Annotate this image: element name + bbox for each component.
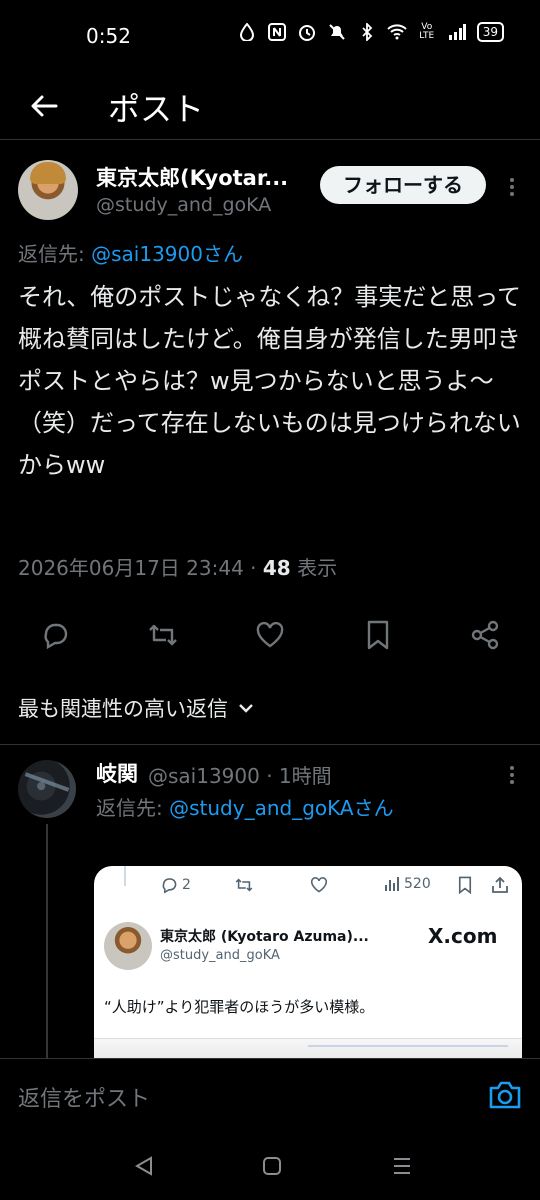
wifi-icon: [387, 22, 407, 42]
reply-button[interactable]: [38, 618, 72, 652]
reply-to-mention[interactable]: @sai13900さん: [91, 242, 243, 266]
reply-sort-selector[interactable]: 最も関連性の高い返信: [18, 693, 254, 723]
reply-icon: [44, 623, 68, 650]
nav-back-button[interactable]: [132, 1154, 156, 1178]
reply-more-icon[interactable]: [502, 760, 522, 790]
author-handle[interactable]: @study_and_goKA: [96, 194, 271, 216]
embed-author-avatar: [104, 922, 152, 970]
more-icon[interactable]: [502, 172, 522, 202]
embed-text: “人助け”より犯罪者のほうが多い模様。: [104, 998, 375, 1016]
volte-icon: Vo LTE: [419, 22, 435, 41]
retweet-icon: [149, 624, 177, 646]
like-button[interactable]: [253, 618, 287, 652]
like-icon: [311, 877, 327, 893]
camera-button[interactable]: [488, 1079, 522, 1111]
embed-author-handle: @study_and_goKA: [160, 948, 280, 963]
reply-composer: 返信をポスト: [0, 1058, 540, 1130]
system-nav-bar: [0, 1130, 540, 1200]
tweet-text: それ、俺のポストじゃなくね？事実だと思って概ね賛同はしたけど。俺自身が発信した男…: [18, 283, 522, 479]
reply-to-prefix: 返信先:: [18, 242, 92, 266]
views-icon: [385, 877, 399, 891]
embed-chart-thumbnail: [94, 1038, 522, 1058]
reply-input[interactable]: 返信をポスト: [18, 1081, 150, 1113]
bookmark-icon: [367, 620, 389, 650]
attached-image[interactable]: 2 520 東京太郎 (Kyotaro Azuma)... @study_and…: [94, 866, 522, 1058]
nav-recents-button[interactable]: [390, 1154, 414, 1178]
reply-to: 返信先: @sai13900さん: [18, 238, 243, 267]
mute-icon: [327, 22, 347, 42]
triangle-back-icon: [135, 1156, 152, 1176]
data-saver-icon: [237, 22, 257, 42]
status-time: 0:52: [86, 24, 131, 48]
share-icon: [471, 620, 499, 650]
reply-reply-to-mention[interactable]: @study_and_goKAさん: [169, 796, 393, 820]
status-icons: Vo LTE 39: [237, 22, 504, 42]
views-count: 48: [262, 556, 291, 580]
camera-icon: [489, 1081, 521, 1109]
embed-like-stat: [310, 876, 328, 894]
reply-author-name[interactable]: 岐関: [96, 758, 138, 788]
page-title: ポスト: [108, 90, 205, 128]
reply-author-avatar[interactable]: [18, 760, 76, 818]
like-icon: [256, 621, 284, 648]
upload-icon: [492, 876, 508, 893]
square-home-icon: [263, 1157, 281, 1175]
embed-share-stat: [492, 876, 508, 894]
top-bar: ポスト: [0, 72, 540, 140]
action-bar: [0, 612, 540, 662]
reply-icon: [162, 878, 177, 894]
embed-reply-stat: 2: [160, 876, 191, 894]
embed-bookmark-stat: [458, 876, 472, 894]
battery-icon: 39: [476, 22, 504, 42]
nav-home-button[interactable]: [260, 1154, 284, 1178]
arrow-left-icon: [31, 95, 58, 117]
author-avatar[interactable]: [18, 160, 78, 220]
retweet-icon: [235, 878, 253, 892]
reply-reply-to: 返信先: @study_and_goKAさん: [96, 792, 394, 821]
bookmark-icon: [458, 876, 472, 894]
nfc-icon: [267, 22, 287, 42]
back-button[interactable]: [24, 86, 64, 126]
bookmark-button[interactable]: [361, 618, 395, 652]
reply-sort-label: 最も関連性の高い返信: [18, 697, 228, 721]
chevron-down-icon: [239, 704, 253, 713]
embed-views-stat: 520: [384, 876, 431, 892]
tweet-timestamp[interactable]: 2026年06月17日 23:44 ·: [18, 556, 263, 580]
tweet-meta: 2026年06月17日 23:44 · 48 表示: [18, 552, 337, 581]
bluetooth-icon: [357, 22, 377, 42]
menu-recents-icon: [394, 1158, 410, 1174]
author-name[interactable]: 東京太郎(Kyotar...: [96, 162, 306, 192]
embed-reply-count: 2: [182, 877, 191, 893]
retweet-button[interactable]: [146, 618, 180, 652]
thread-line: [46, 824, 48, 1064]
divider: [0, 744, 540, 745]
embed-action-bar: 2 520: [94, 872, 522, 902]
status-bar: 0:52 Vo LTE 39: [0, 0, 540, 72]
alarm-icon: [297, 22, 317, 42]
signal-icon: [447, 22, 467, 42]
share-button[interactable]: [468, 618, 502, 652]
embed-author-name: 東京太郎 (Kyotaro Azuma)...: [160, 929, 369, 945]
follow-button[interactable]: フォローする: [320, 166, 486, 204]
views-label: 表示: [290, 556, 338, 580]
reply-reply-to-prefix: 返信先:: [96, 796, 170, 820]
embed-retweet-stat: [234, 876, 254, 894]
reply-author-handle[interactable]: @sai13900 · 1時間: [148, 760, 332, 789]
embed-views-count: 520: [404, 876, 431, 892]
x-logo: X.com: [428, 924, 498, 948]
